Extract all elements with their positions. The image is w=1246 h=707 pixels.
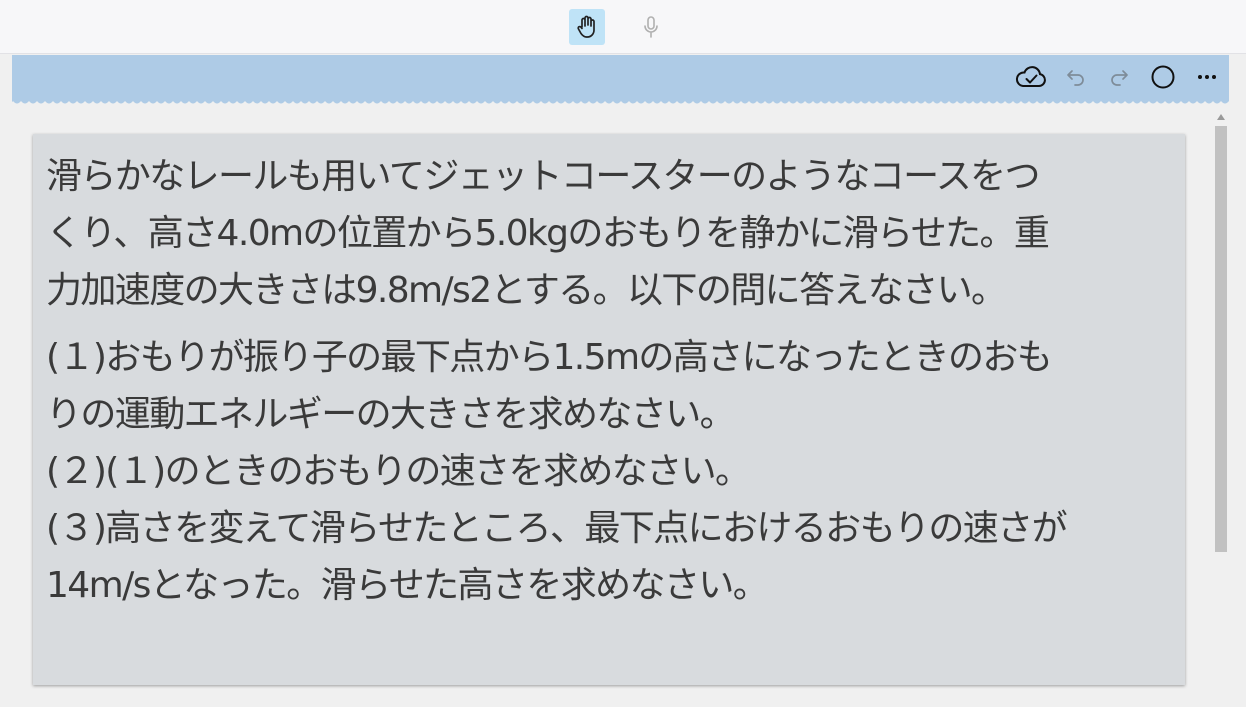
top-toolbar [0, 0, 1246, 54]
intro-line: くり、高さ4.0mの位置から5.0kgのおもりを静かに滑らせた。重 [46, 213, 1050, 254]
redo-icon [1111, 70, 1128, 86]
undo-button[interactable] [1063, 62, 1089, 92]
circle-tool-button[interactable] [1149, 62, 1177, 92]
cloud-check-icon [1016, 66, 1046, 87]
intro-line: 滑らかなレールも用いてジェットコースターのようなコースをつ [46, 156, 1041, 197]
question-line: りの運動エネルギーの大きさを求めなさい。 [46, 394, 736, 435]
sync-status-button[interactable] [1013, 62, 1049, 92]
scroll-up-arrow-icon[interactable] [1217, 114, 1225, 120]
question-line: 14m/sとなった。滑らせた高さを求めなさい。 [46, 565, 769, 606]
question-line: (２)(１)のときのおもりの速さを求めなさい。 [46, 451, 751, 492]
intro-line: 力加速度の大きさは9.8m/s2とする。以下の問に答えなさい。 [46, 270, 1007, 311]
more-options-button[interactable] [1194, 62, 1220, 92]
question-line: (３)高さを変えて滑らせたところ、最下点におけるおもりの速さが [46, 508, 1068, 549]
microphone-icon [644, 16, 658, 38]
ribbon-wavy-edge [12, 99, 1229, 104]
sticky-note-text[interactable]: 滑らかなレールも用いてジェットコースターのようなコースをつ くり、高さ4.0mの… [33, 134, 1185, 685]
circle-icon [1151, 65, 1175, 89]
question-line: (１)おもりが振り子の最下点から1.5mの高さになったときのおも [46, 337, 1053, 378]
undo-icon [1067, 70, 1084, 86]
hand-icon [577, 15, 595, 38]
scroll-thumb[interactable] [1215, 126, 1227, 552]
redo-button[interactable] [1106, 62, 1132, 92]
vertical-scrollbar[interactable] [1214, 110, 1228, 707]
more-icon [1198, 75, 1216, 79]
hand-tool-button[interactable] [569, 9, 605, 45]
microphone-button[interactable] [633, 9, 669, 45]
